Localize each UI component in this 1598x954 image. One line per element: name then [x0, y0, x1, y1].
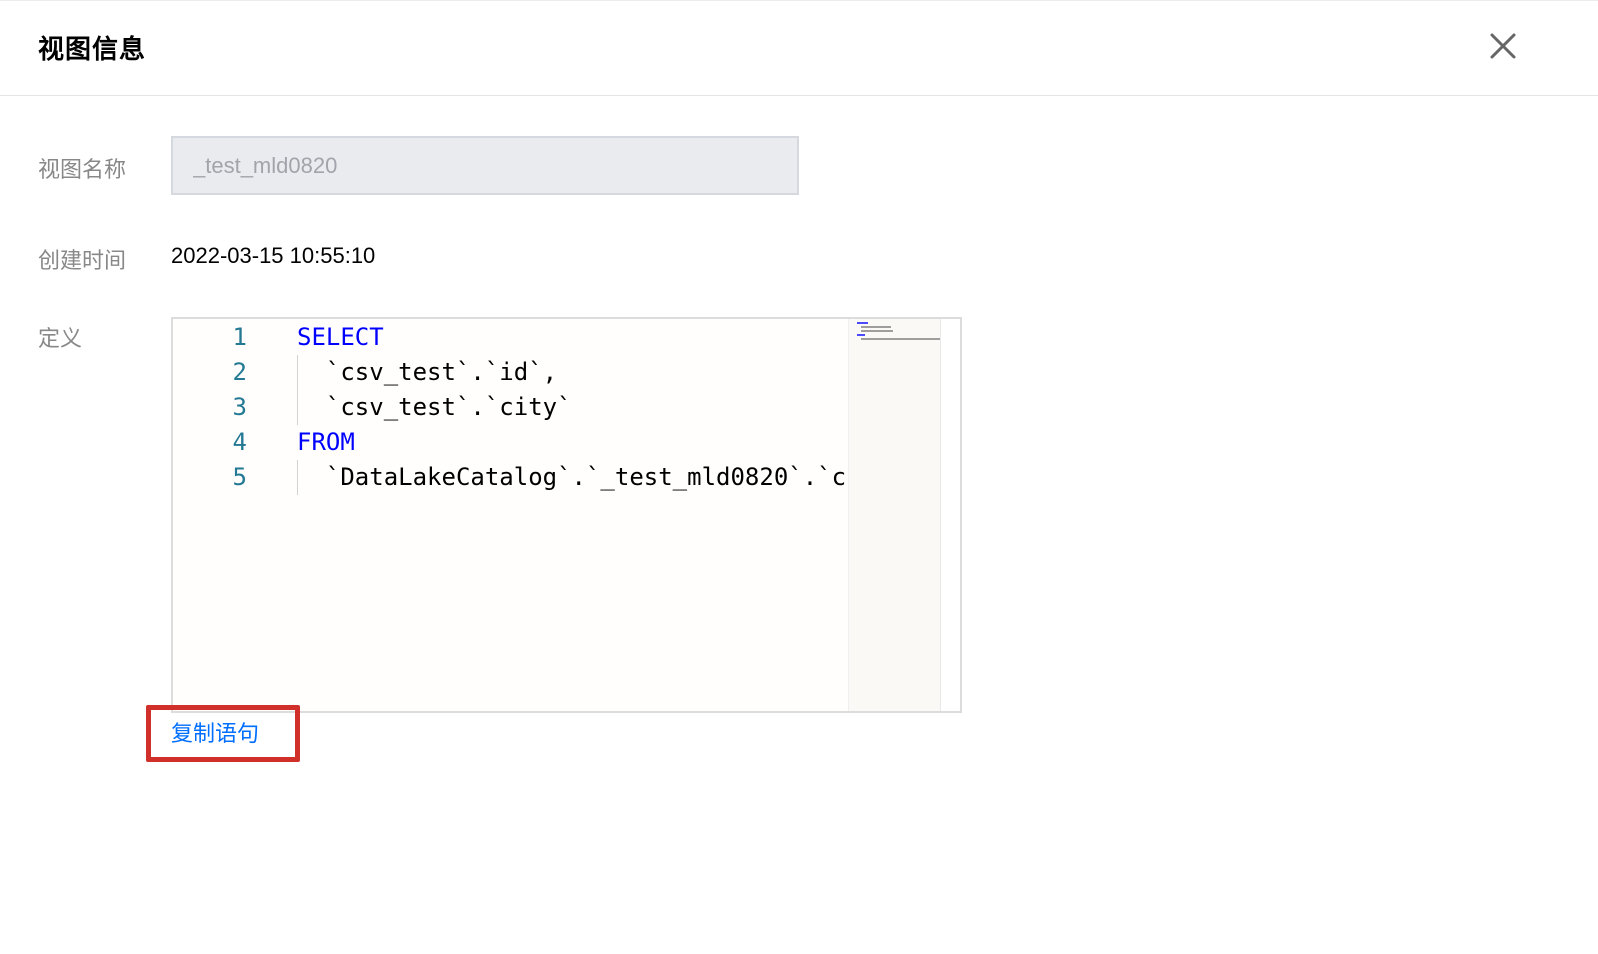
indent-guide — [297, 355, 298, 390]
indent-guide — [297, 390, 298, 425]
view-name-label: 视图名称 — [38, 157, 127, 182]
code-area[interactable]: 1 SELECT 2 `csv_test`.`id`, 3 `csv_test`.`c… — [173, 319, 848, 711]
indent-guide — [297, 460, 298, 495]
code-text: `csv_test`.`id`, — [297, 358, 558, 386]
minimap-line — [857, 334, 865, 336]
created-time-value: 2022-03-15 10:55:10 — [171, 243, 376, 268]
code-text: `csv_test`.`city` — [297, 393, 572, 421]
editor-scrollbar[interactable] — [940, 319, 960, 711]
line-number: 5 — [232, 463, 247, 491]
close-button[interactable] — [1486, 29, 1520, 63]
definition-label: 定义 — [38, 326, 83, 351]
copy-statement-link[interactable]: 复制语句 — [171, 716, 259, 748]
view-info-dialog: 视图信息 视图名称 创建时间 2022-03-15 10:55:10 定义 1 S… — [0, 0, 1598, 954]
dialog-title: 视图信息 — [38, 34, 147, 64]
minimap-line — [861, 330, 894, 332]
sql-keyword: FROM — [297, 428, 355, 456]
dialog-header: 视图信息 — [0, 0, 1598, 96]
line-number: 1 — [232, 323, 247, 351]
created-time-label: 创建时间 — [38, 248, 127, 273]
sql-keyword: SELECT — [297, 323, 384, 351]
view-name-input[interactable] — [171, 136, 799, 195]
sql-editor[interactable]: 1 SELECT 2 `csv_test`.`id`, 3 `csv_test`.`c… — [171, 317, 962, 713]
line-number: 4 — [232, 428, 247, 456]
minimap-line — [861, 338, 945, 340]
code-line: 1 SELECT — [173, 320, 848, 355]
minimap-line — [861, 326, 892, 328]
editor-minimap[interactable] — [848, 319, 945, 711]
code-text: `DataLakeCatalog`.`_test_mld0820`.`csv_t… — [325, 463, 848, 491]
line-number: 3 — [232, 393, 247, 421]
close-icon — [1490, 33, 1516, 59]
line-number: 2 — [232, 358, 247, 386]
code-line: 4 FROM — [173, 425, 848, 460]
code-line: 5 `DataLakeCatalog`.`_test_mld0820`.`csv… — [173, 460, 848, 495]
code-line: 3 `csv_test`.`city` — [173, 390, 848, 425]
code-line: 2 `csv_test`.`id`, — [173, 355, 848, 390]
minimap-line — [857, 322, 869, 324]
